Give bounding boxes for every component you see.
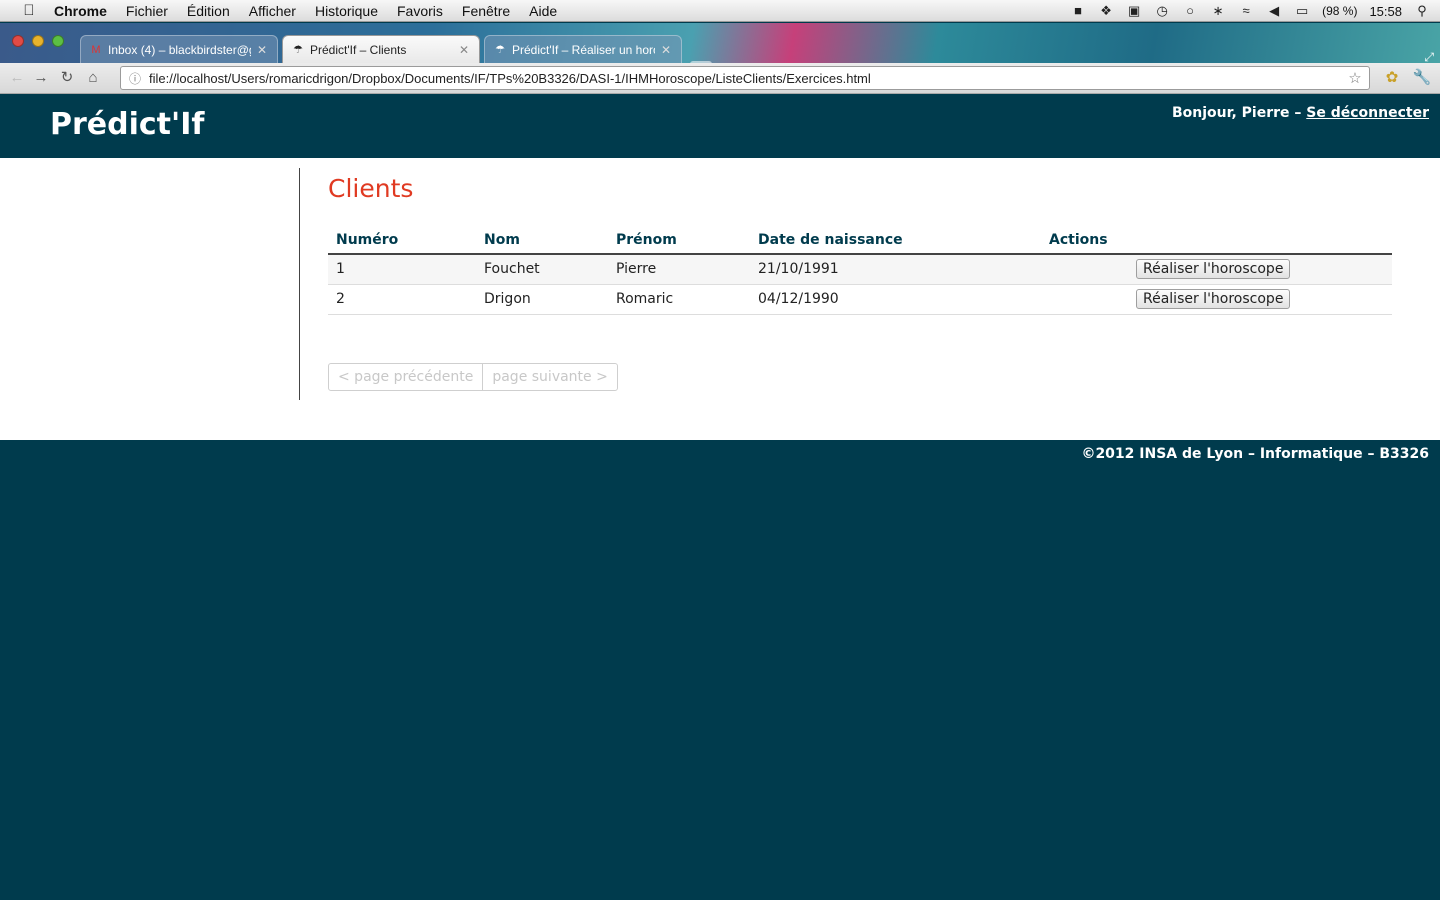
- window-icon[interactable]: ▣: [1126, 4, 1142, 18]
- next-page-button[interactable]: page suivante >: [482, 363, 617, 390]
- close-tab-icon[interactable]: ✕: [661, 43, 671, 57]
- chat-icon[interactable]: ○: [1182, 4, 1198, 18]
- url-text[interactable]: file://localhost/Users/romaricdrigon/Dro…: [149, 71, 1345, 86]
- clock[interactable]: 15:58: [1369, 4, 1402, 19]
- cell-numero: 1: [328, 254, 476, 285]
- page-icon: ☂: [495, 43, 505, 56]
- cell-prenom: Pierre: [608, 254, 750, 285]
- page-icon: ☂: [293, 43, 303, 56]
- wifi-icon[interactable]: ≈: [1238, 4, 1254, 18]
- time-machine-icon[interactable]: ◷: [1154, 4, 1170, 18]
- column-header-numero: Numéro: [328, 226, 476, 255]
- menu-favoris[interactable]: Favoris: [397, 3, 443, 19]
- reload-icon[interactable]: ↻: [56, 67, 78, 89]
- close-tab-icon[interactable]: ✕: [459, 43, 469, 57]
- volume-icon[interactable]: ◀: [1266, 4, 1282, 18]
- cell-actions: Réaliser l'horoscope: [1041, 284, 1392, 315]
- back-arrow-icon[interactable]: ←: [6, 67, 28, 89]
- user-box: Bonjour, Pierre – Se déconnecter: [1172, 105, 1429, 121]
- site-header: Prédict'If Bonjour, Pierre – Se déconnec…: [0, 94, 1440, 158]
- folder-icon[interactable]: ■: [1070, 4, 1086, 18]
- close-window-button[interactable]: [12, 35, 24, 47]
- column-header-nom: Nom: [476, 226, 608, 255]
- wrench-icon[interactable]: 🔧: [1412, 67, 1432, 89]
- tab-inbox[interactable]: M Inbox (4) – blackbirdster@gm ✕: [80, 35, 278, 63]
- sidebar-divider: [299, 168, 300, 400]
- spotlight-search-icon[interactable]: ⚲: [1414, 4, 1430, 18]
- menu-fichier[interactable]: Fichier: [126, 3, 168, 19]
- footer-copyright: ©2012 INSA de Lyon – Informatique – B332…: [1081, 446, 1429, 462]
- cell-nom: Fouchet: [476, 254, 608, 285]
- greeting-text: Bonjour, Pierre –: [1171, 105, 1302, 121]
- web-page: Prédict'If Bonjour, Pierre – Se déconnec…: [0, 94, 1440, 900]
- tab-clients[interactable]: ☂ Prédict'If – Clients ✕: [282, 35, 480, 63]
- dropbox-icon[interactable]: ❖: [1098, 4, 1114, 18]
- page-info-icon[interactable]: ⓘ: [127, 70, 143, 87]
- previous-page-button[interactable]: < page précédente: [329, 364, 482, 390]
- realiser-horoscope-button[interactable]: Réaliser l'horoscope: [1136, 289, 1291, 309]
- cell-prenom: Romaric: [608, 284, 750, 315]
- menu-historique[interactable]: Historique: [315, 3, 378, 19]
- cell-actions: Réaliser l'horoscope: [1041, 254, 1392, 285]
- extension-icon[interactable]: ✿: [1382, 67, 1402, 89]
- page-title: Clients: [328, 174, 414, 203]
- site-logo[interactable]: Prédict'If: [50, 107, 204, 142]
- tab-title: Inbox (4) – blackbirdster@gm: [108, 42, 251, 57]
- tab-title: Prédict'If – Clients: [310, 42, 407, 57]
- main-panel: Clients Numéro Nom Prénom Date de naissa…: [328, 174, 1392, 391]
- apple-icon[interactable]: : [18, 2, 40, 19]
- column-header-actions: Actions: [1041, 226, 1392, 255]
- cell-date-naissance: 04/12/1990: [750, 284, 1041, 315]
- menu-app-chrome[interactable]: Chrome: [54, 3, 107, 19]
- cell-date-naissance: 21/10/1991: [750, 254, 1041, 285]
- bluetooth-icon[interactable]: ∗: [1210, 4, 1226, 18]
- column-header-date-naissance: Date de naissance: [750, 226, 1041, 255]
- column-header-prenom: Prénom: [608, 226, 750, 255]
- clients-table: Numéro Nom Prénom Date de naissance Acti…: [328, 226, 1392, 315]
- logout-link[interactable]: Se déconnecter: [1306, 105, 1429, 121]
- table-row: 2 Drigon Romaric 04/12/1990 Réaliser l'h…: [328, 284, 1392, 315]
- realiser-horoscope-button[interactable]: Réaliser l'horoscope: [1136, 259, 1291, 280]
- home-icon[interactable]: ⌂: [82, 67, 104, 89]
- tab-title: Prédict'If – Réaliser un horos: [512, 42, 655, 57]
- site-footer: ©2012 INSA de Lyon – Informatique – B332…: [0, 440, 1440, 900]
- menu-afficher[interactable]: Afficher: [249, 3, 296, 19]
- battery-icon[interactable]: ▭: [1294, 4, 1310, 18]
- status-area: ■ ❖ ▣ ◷ ○ ∗ ≈ ◀ ▭ (98 %) 15:58 ⚲: [1070, 0, 1430, 22]
- address-bar[interactable]: ⓘ file://localhost/Users/romaricdrigon/D…: [120, 66, 1370, 90]
- forward-arrow-icon[interactable]: →: [30, 67, 52, 89]
- menu-bar:  Chrome Fichier Édition Afficher Histor…: [0, 0, 1440, 22]
- table-row: 1 Fouchet Pierre 21/10/1991 Réaliser l'h…: [328, 254, 1392, 285]
- menu-edition[interactable]: Édition: [187, 3, 230, 19]
- battery-percent: (98 %): [1322, 4, 1358, 18]
- gmail-icon: M: [91, 43, 101, 56]
- table-header-row: Numéro Nom Prénom Date de naissance Acti…: [328, 226, 1392, 255]
- tab-horoscope[interactable]: ☂ Prédict'If – Réaliser un horos ✕: [484, 35, 682, 63]
- bookmark-star-icon[interactable]: ☆: [1345, 69, 1365, 87]
- minimize-window-button[interactable]: [32, 35, 44, 47]
- cell-numero: 2: [328, 284, 476, 315]
- menu-fenetre[interactable]: Fenêtre: [462, 3, 510, 19]
- cell-nom: Drigon: [476, 284, 608, 315]
- close-tab-icon[interactable]: ✕: [257, 43, 267, 57]
- content-area: Clients Numéro Nom Prénom Date de naissa…: [0, 158, 1440, 440]
- tab-strip: M Inbox (4) – blackbirdster@gm ✕ ☂ Prédi…: [0, 23, 1440, 75]
- pagination: < page précédente page suivante >: [328, 362, 618, 391]
- zoom-window-button[interactable]: [52, 35, 64, 47]
- menu-aide[interactable]: Aide: [529, 3, 557, 19]
- browser-toolbar: ← → ↻ ⌂ ⓘ file://localhost/Users/romaric…: [0, 63, 1440, 94]
